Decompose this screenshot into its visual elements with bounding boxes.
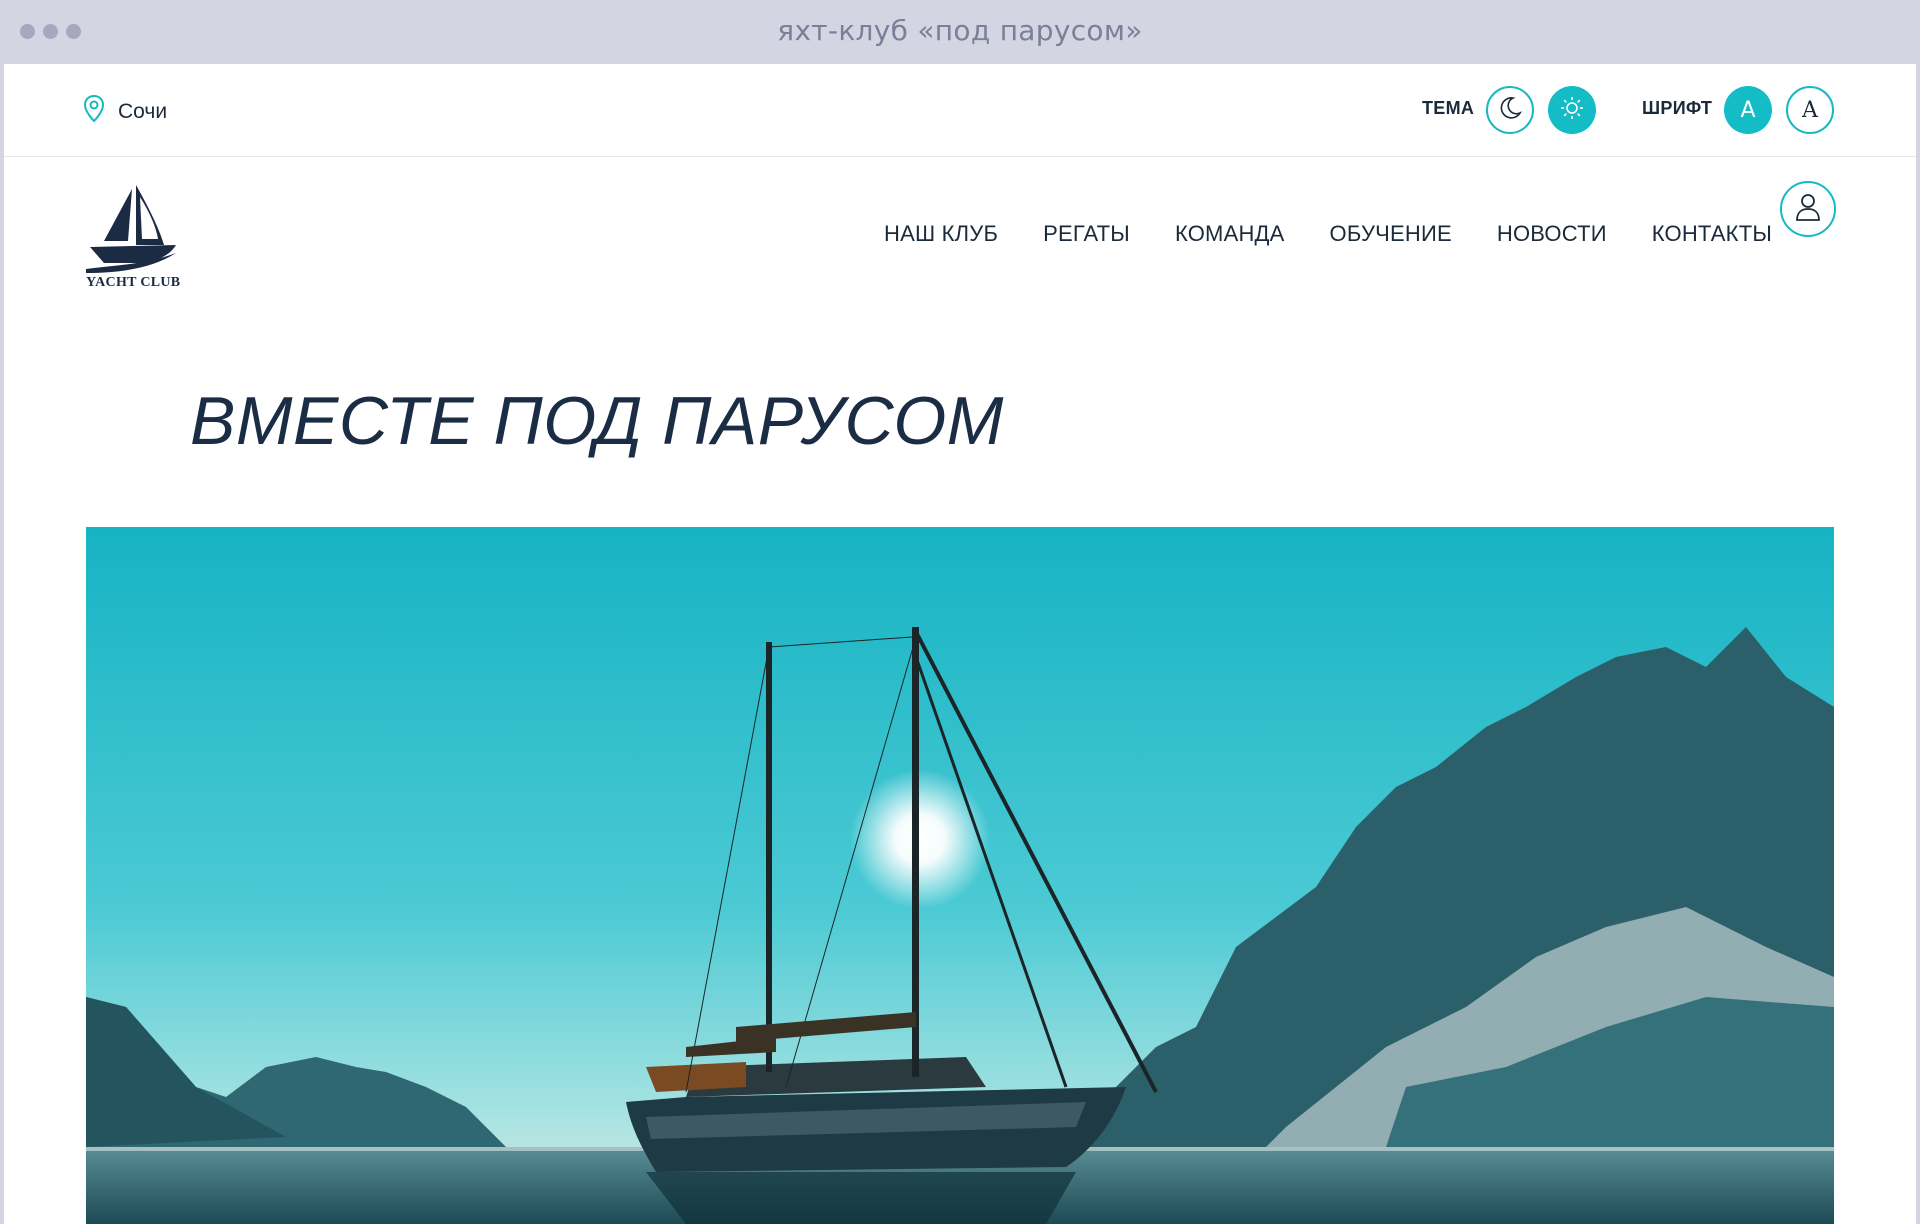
sun-icon: [1559, 95, 1585, 126]
nav-item-regattas[interactable]: РЕГАТЫ: [1043, 221, 1130, 247]
moon-icon: [1497, 95, 1523, 126]
light-theme-button[interactable]: [1548, 86, 1596, 134]
window-titlebar: яхт-клуб «под парусом»: [0, 0, 1920, 64]
window-title: яхт-клуб «под парусом»: [777, 14, 1143, 47]
logo-text: YACHT CLUB: [86, 275, 181, 290]
nav-item-training[interactable]: ОБУЧЕНИЕ: [1330, 221, 1452, 247]
font-sans-button[interactable]: A: [1724, 86, 1772, 134]
nav-item-team[interactable]: КОМАНДА: [1175, 221, 1285, 247]
dark-theme-button[interactable]: [1486, 86, 1534, 134]
site-header: YACHT CLUB НАШ КЛУБ РЕГАТЫ КОМАНДА ОБУЧЕ…: [4, 157, 1916, 327]
topbar: Сочи ТЕМА ШРИФТ A A: [4, 64, 1916, 157]
page: Сочи ТЕМА ШРИФТ A A YACHT CLUB НАШ КЛУБ …: [4, 64, 1916, 1224]
account-button[interactable]: [1780, 181, 1836, 237]
nav-item-contacts[interactable]: КОНТАКТЫ: [1652, 221, 1772, 247]
font-sans-letter: A: [1740, 97, 1756, 123]
main-nav: НАШ КЛУБ РЕГАТЫ КОМАНДА ОБУЧЕНИЕ НОВОСТИ…: [884, 221, 1772, 247]
font-serif-button[interactable]: A: [1786, 86, 1834, 134]
font-serif-letter: A: [1802, 97, 1818, 123]
nav-item-news[interactable]: НОВОСТИ: [1497, 221, 1607, 247]
hero-title: ВМЕСТЕ ПОД ПАРУСОМ: [190, 383, 1004, 459]
nav-item-our-club[interactable]: НАШ КЛУБ: [884, 221, 998, 247]
city-selector[interactable]: Сочи: [82, 94, 167, 129]
location-pin-icon: [82, 94, 106, 129]
hero-image: [86, 527, 1834, 1224]
theme-label: ТЕМА: [1422, 98, 1475, 118]
user-icon: [1794, 192, 1822, 227]
font-label: ШРИФТ: [1642, 98, 1713, 118]
city-label: Сочи: [118, 99, 168, 123]
